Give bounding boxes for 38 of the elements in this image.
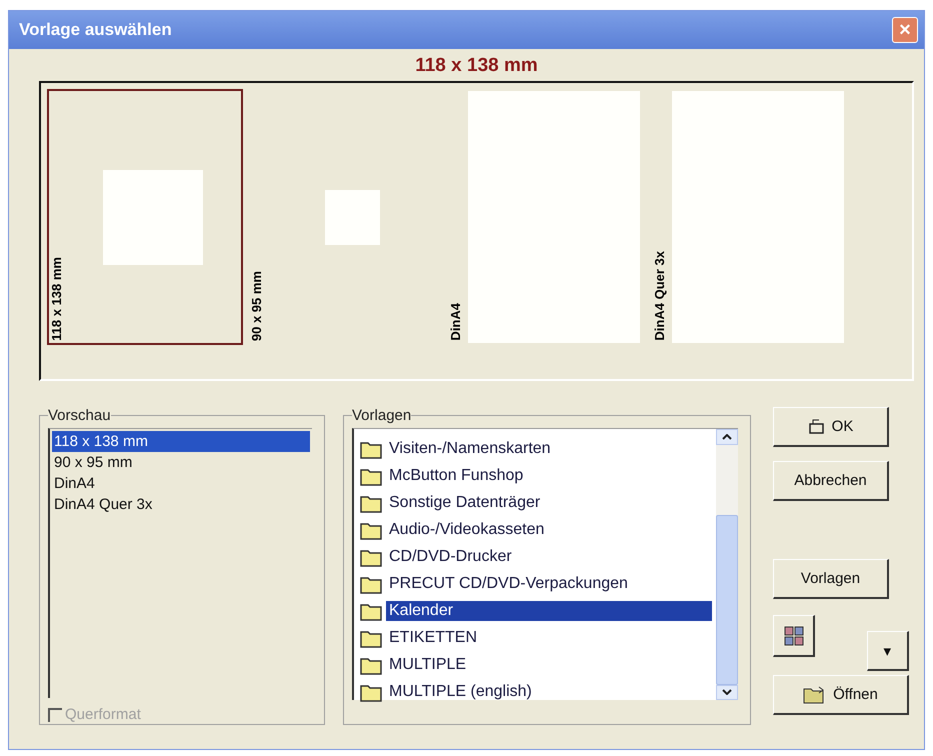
folder-item[interactable]: Sonstige Datenträger [386, 492, 544, 512]
open-button[interactable]: Öffnen [773, 675, 909, 715]
scrollbar[interactable] [716, 429, 738, 700]
selected-size-heading: 118 x 138 mm [414, 55, 539, 78]
dropdown-button[interactable]: ▾ [867, 631, 909, 671]
scroll-thumb[interactable] [716, 514, 738, 684]
folder-item[interactable]: MULTIPLE (english) [386, 682, 535, 702]
template-label: DinA4 [448, 302, 463, 343]
scroll-down-icon[interactable] [716, 684, 738, 700]
folder-item[interactable]: CD/DVD-Drucker [386, 546, 515, 566]
folder-item[interactable]: MULTIPLE [386, 654, 470, 674]
template-thumbnail[interactable]: DinA4 Quer 3x [650, 89, 850, 345]
page-preview [324, 190, 380, 244]
ok-button[interactable]: OK [773, 407, 889, 447]
folder-item[interactable]: Audio-/Videokasseten [386, 520, 548, 540]
template-thumbnail[interactable]: 118 x 138 mm [47, 89, 243, 345]
folder-item[interactable]: Kalender [386, 600, 712, 620]
group-title: Vorschau [48, 407, 111, 424]
grid-icon [782, 624, 806, 648]
list-item[interactable]: 118 x 138 mm [52, 431, 310, 452]
template-thumbnail[interactable]: 90 x 95 mm [247, 89, 442, 345]
template-label: DinA4 Quer 3x [652, 250, 667, 343]
checkbox-label: Querformat [65, 706, 141, 723]
template-label: 118 x 138 mm [49, 256, 64, 343]
group-title: Vorlagen [352, 407, 412, 424]
list-item[interactable]: DinA4 Quer 3x [52, 494, 310, 515]
list-item[interactable]: 90 x 95 mm [52, 452, 310, 473]
folder-item[interactable]: Visiten-/Namenskarten [386, 438, 554, 458]
template-thumbnail[interactable]: DinA4 [446, 89, 646, 345]
list-item[interactable]: DinA4 [52, 473, 310, 494]
folder-item[interactable]: ETIKETTEN [386, 628, 480, 648]
window-title: Vorlage auswählen [19, 20, 172, 40]
folder-item[interactable]: PRECUT CD/DVD-Verpackungen [386, 574, 631, 594]
cancel-button[interactable]: Abbrechen [773, 461, 889, 501]
templates-button[interactable]: Vorlagen [773, 559, 889, 599]
scroll-up-icon[interactable] [716, 429, 738, 444]
template-label: 90 x 95 mm [249, 270, 264, 343]
folder-item[interactable]: McButton Funshop [386, 466, 526, 486]
